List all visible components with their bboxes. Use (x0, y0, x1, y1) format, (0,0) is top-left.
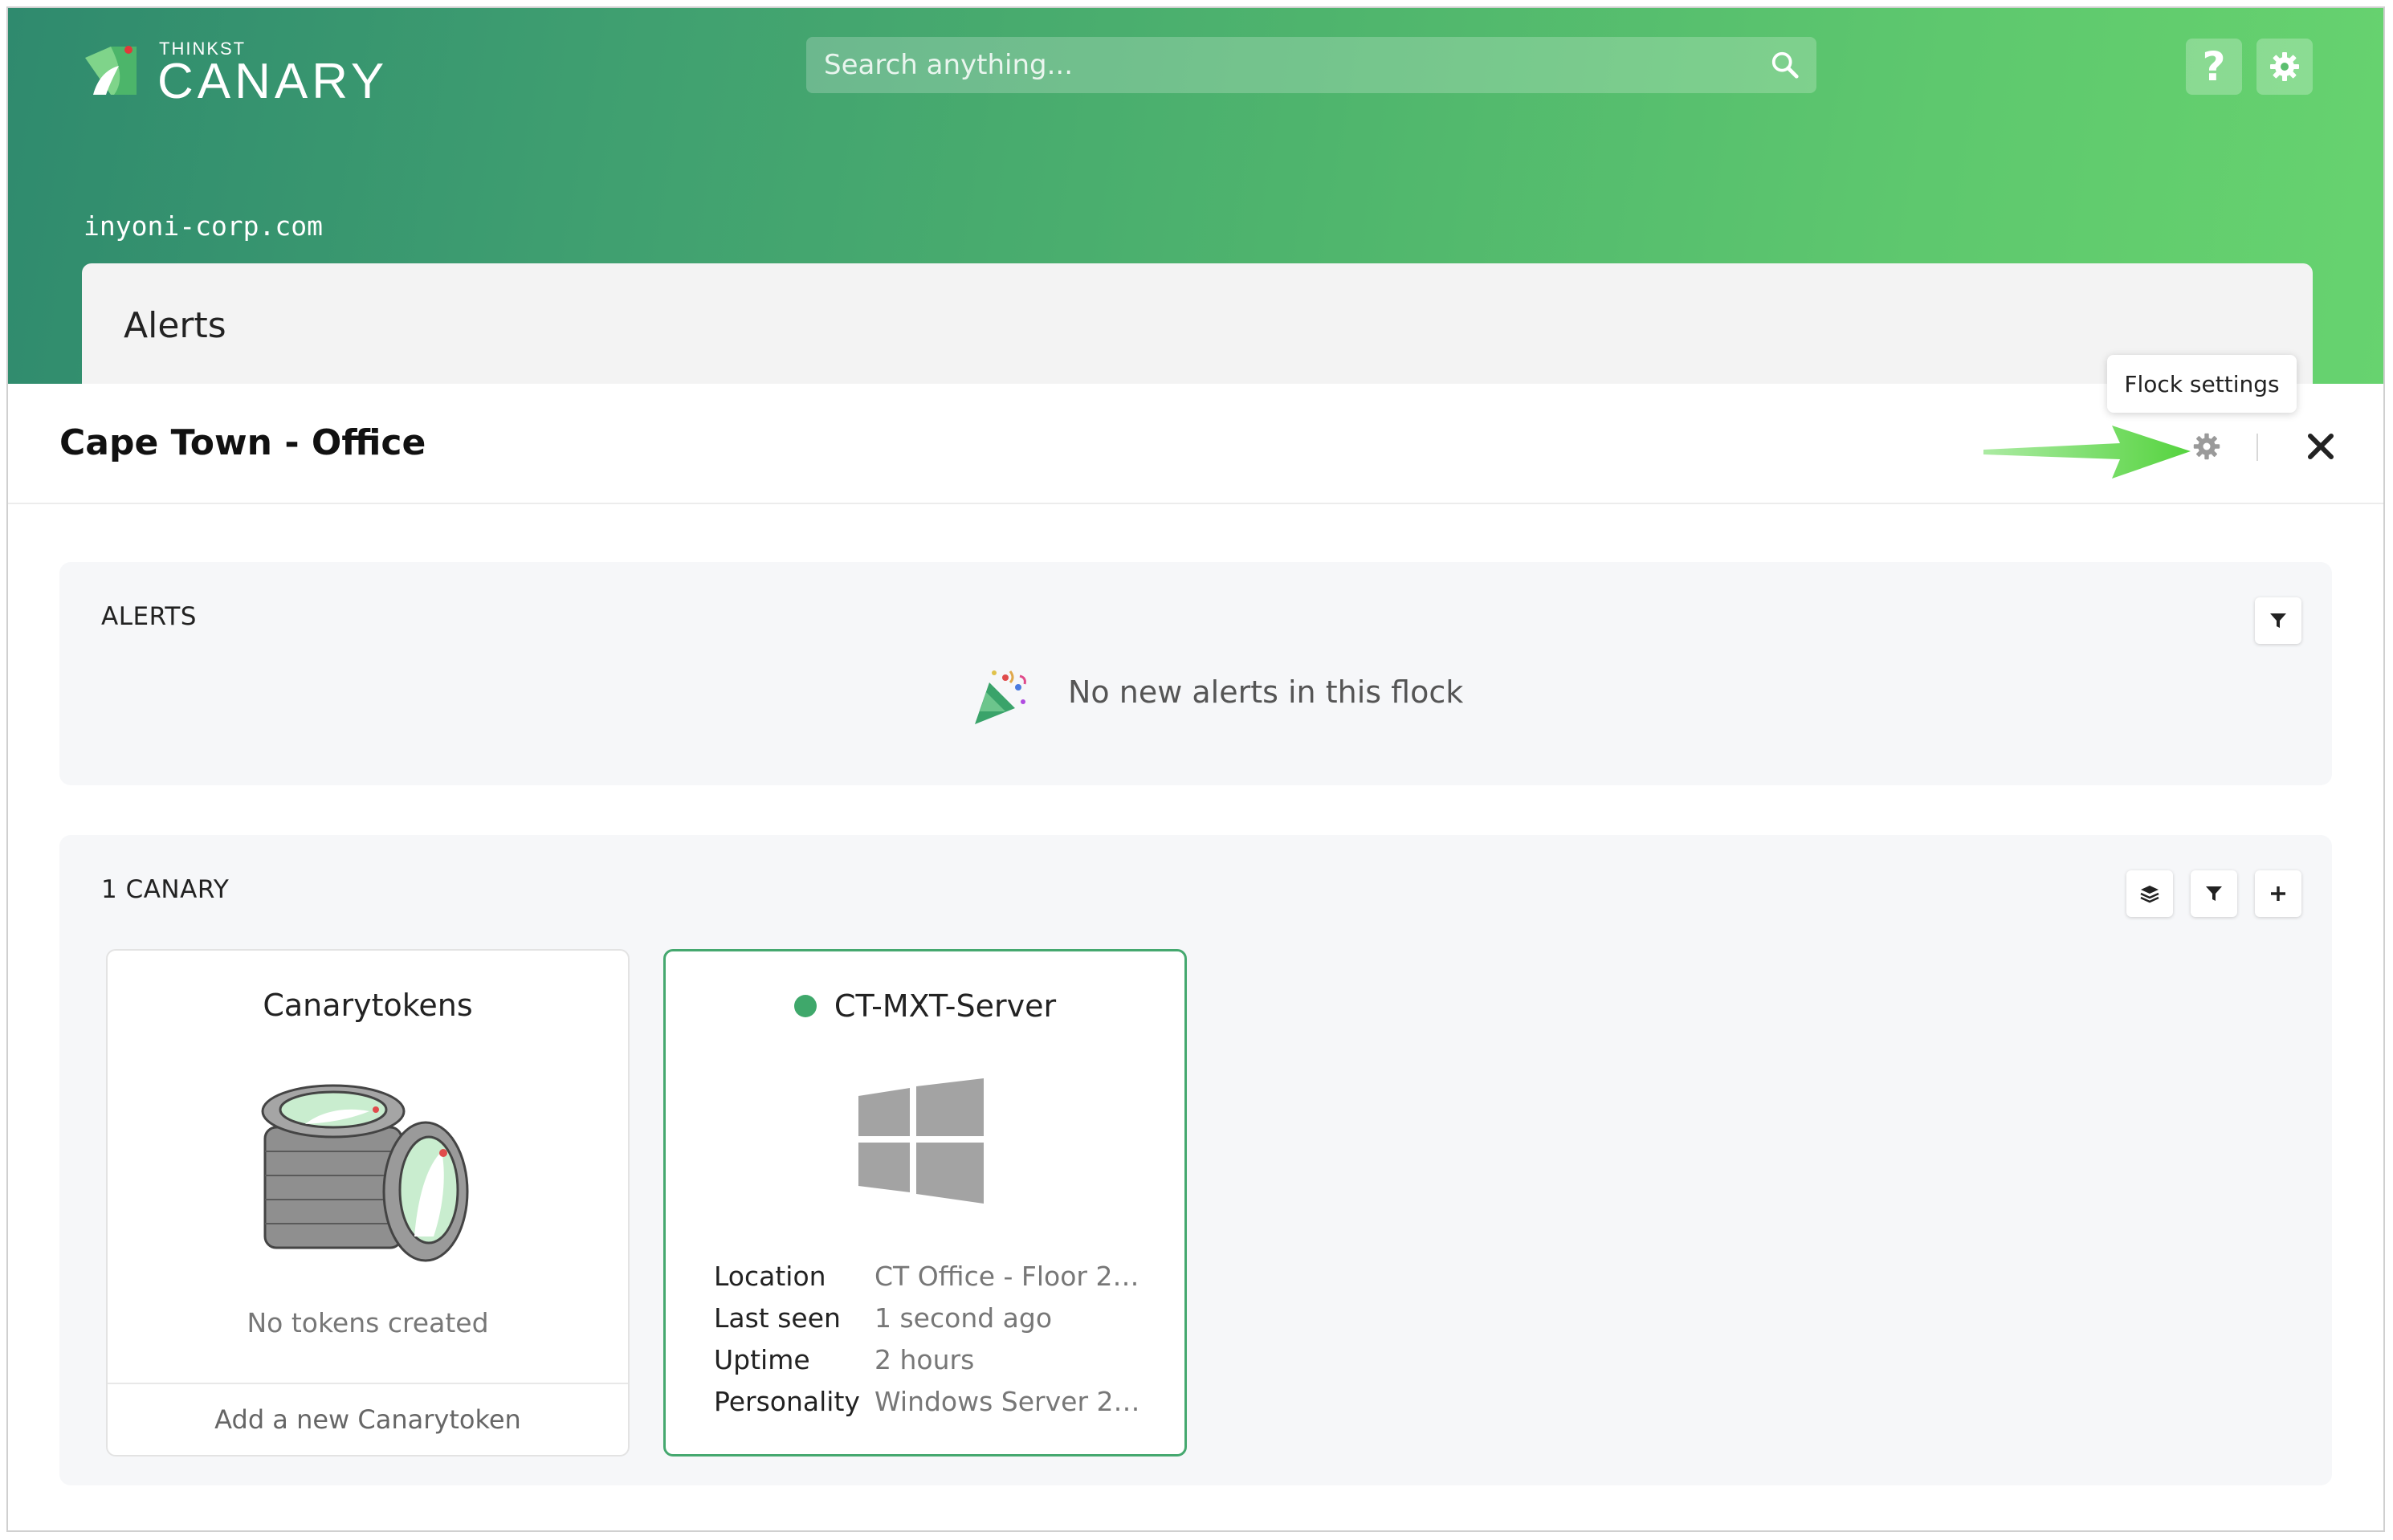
add-canarytoken-link[interactable]: Add a new Canarytoken (108, 1383, 628, 1455)
canarytokens-title: Canarytokens (263, 988, 473, 1023)
device-card-ct-mxt-server[interactable]: CT-MXT-Server Location CT Office - Floor… (663, 949, 1187, 1456)
settings-button[interactable] (2256, 39, 2313, 95)
detail-key: Location (714, 1260, 826, 1292)
alerts-card-title: Alerts (124, 305, 226, 346)
close-icon[interactable] (2305, 430, 2337, 462)
detail-value: CT Office - Floor 2… (874, 1260, 1139, 1292)
logo-big-text: CANARY (157, 54, 389, 109)
canaries-section: 1 CANARY Canarytokens No tokens created … (59, 835, 2332, 1485)
detail-key: Uptime (714, 1343, 810, 1375)
alerts-section: ALERTS No new alerts in this flock (59, 562, 2332, 785)
device-title: CT-MXT-Server (666, 988, 1184, 1024)
gear-icon (2270, 52, 2299, 81)
detail-row: Last seen 1 second ago (714, 1297, 1164, 1338)
flock-settings-tooltip: Flock settings (2107, 355, 2297, 413)
search-icon[interactable] (1770, 50, 1800, 80)
app-window: THINKST CANARY ? (6, 6, 2385, 1532)
flock-title: Cape Town - Office (59, 422, 426, 463)
detail-row: Location CT Office - Floor 2… (714, 1255, 1164, 1297)
search-box (806, 37, 1816, 93)
add-canary-button[interactable] (2255, 870, 2301, 917)
windows-icon (858, 1078, 984, 1204)
detail-key: Personality (714, 1385, 860, 1417)
green-arrow-annotation (1983, 426, 2191, 479)
alerts-section-label: ALERTS (101, 602, 197, 631)
flock-panel: Cape Town - Office Flock settings ALERTS… (8, 355, 2383, 1530)
layers-button[interactable] (2126, 870, 2173, 917)
no-alerts-message: No new alerts in this flock (1068, 674, 1464, 710)
domain-label: inyoni-corp.com (84, 210, 324, 242)
flock-settings-gear-icon[interactable] (2192, 432, 2221, 461)
header-divider (2256, 434, 2258, 461)
detail-row: Personality Windows Server 2… (714, 1380, 1164, 1422)
canary-logo-icon (85, 46, 137, 95)
detail-row: Uptime 2 hours (714, 1338, 1164, 1380)
detail-value: 1 second ago (874, 1302, 1053, 1334)
question-icon: ? (2202, 43, 2226, 90)
flock-panel-header: Cape Town - Office Flock settings (8, 355, 2383, 504)
filter-icon (2270, 613, 2286, 628)
status-online-dot (793, 994, 817, 1017)
coins-icon (261, 1084, 469, 1262)
party-popper-icon (975, 670, 1026, 724)
filter-icon (2206, 886, 2222, 901)
header-bar: THINKST CANARY ? (8, 8, 2383, 424)
search-input[interactable] (806, 37, 1754, 93)
device-details: Location CT Office - Floor 2… Last seen … (714, 1255, 1164, 1422)
detail-value: 2 hours (874, 1343, 975, 1375)
canary-logo[interactable]: THINKST CANARY (82, 35, 451, 109)
plus-icon (2271, 886, 2285, 901)
canaries-section-label: 1 CANARY (101, 875, 230, 904)
layers-icon (2140, 886, 2159, 903)
canarytokens-card[interactable]: Canarytokens No tokens created Add a new… (106, 949, 630, 1456)
detail-value: Windows Server 2… (874, 1385, 1140, 1417)
no-tokens-text: No tokens created (247, 1307, 489, 1338)
detail-key: Last seen (714, 1302, 841, 1334)
help-button[interactable]: ? (2186, 39, 2242, 95)
canaries-filter-button[interactable] (2191, 870, 2237, 917)
device-name: CT-MXT-Server (834, 988, 1057, 1024)
alerts-filter-button[interactable] (2255, 597, 2301, 644)
